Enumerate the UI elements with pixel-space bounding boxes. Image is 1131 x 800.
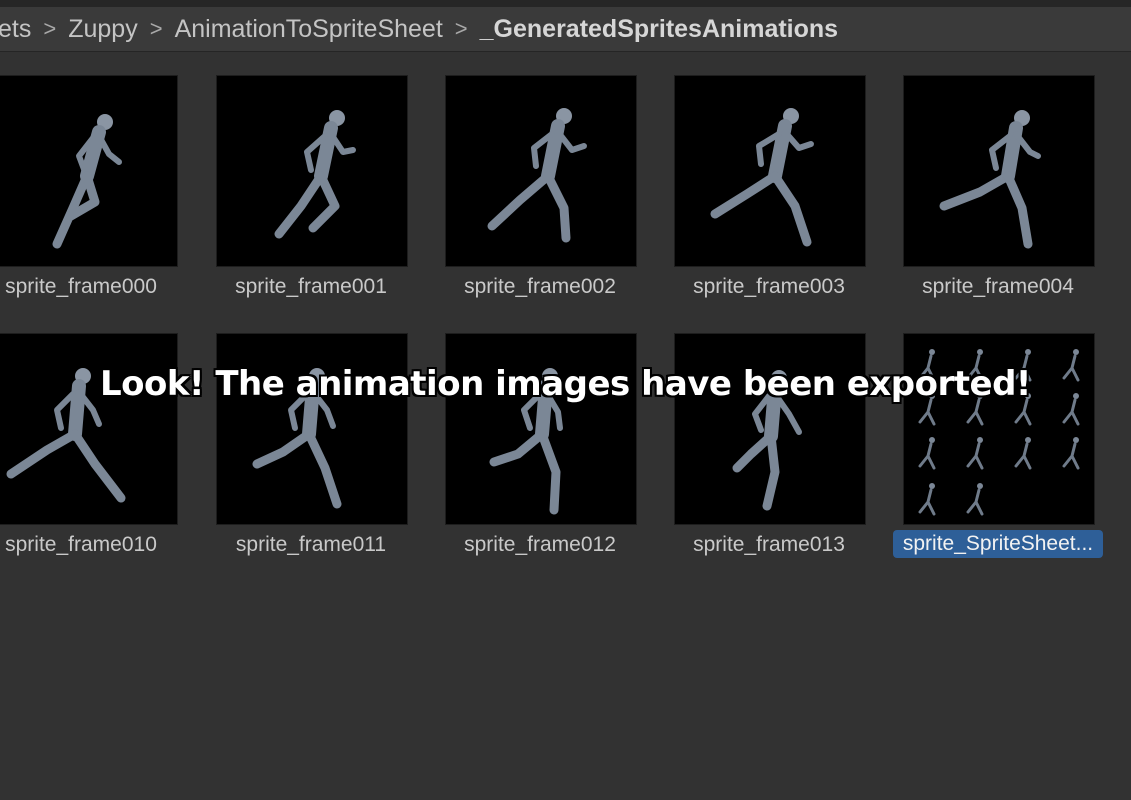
running-figure-icon xyxy=(252,368,342,509)
running-figure-icon xyxy=(487,108,587,243)
asset-tile[interactable]: sprite_frame011 xyxy=(216,333,408,556)
asset-label: sprite_frame004 xyxy=(922,275,1074,298)
running-figure-icon xyxy=(489,368,563,515)
sprite-thumbnail xyxy=(674,75,866,267)
asset-label: sprite_frame011 xyxy=(235,533,387,556)
asset-tile[interactable]: sprite_frame000 xyxy=(0,75,178,298)
running-figure-icon xyxy=(939,110,1041,249)
sprite-thumbnail xyxy=(0,333,178,525)
asset-tile[interactable]: sprite_frame012 xyxy=(445,333,637,556)
running-figure-icon xyxy=(52,114,122,249)
asset-tile[interactable]: sprite_frame013 xyxy=(674,333,866,556)
running-figure-icon xyxy=(274,110,356,239)
asset-tile[interactable]: sprite_frame002 xyxy=(445,75,637,298)
asset-label: sprite_frame013 xyxy=(693,533,845,556)
sprite-thumbnail xyxy=(903,75,1095,267)
running-figure-icon xyxy=(6,368,126,503)
sprite-thumbnail xyxy=(674,333,866,525)
asset-label: sprite_frame010 xyxy=(5,533,157,556)
asset-tile[interactable]: sprite_frame010 xyxy=(0,333,178,556)
spritesheet-thumbnail xyxy=(903,333,1095,525)
asset-tile[interactable]: sprite_SpriteSheet... xyxy=(893,333,1103,558)
asset-tile[interactable]: sprite_frame003 xyxy=(674,75,866,298)
running-figure-icon xyxy=(710,108,814,247)
asset-tile[interactable]: sprite_frame001 xyxy=(216,75,408,298)
sprite-thumbnail xyxy=(216,75,408,267)
asset-label-selected: sprite_SpriteSheet... xyxy=(893,530,1103,558)
sprite-thumbnail xyxy=(445,75,637,267)
sprite-thumbnail xyxy=(0,75,178,267)
asset-label: sprite_frame012 xyxy=(464,533,616,556)
spritesheet-grid-icon xyxy=(918,349,1080,516)
overlay-caption: Look! The animation images have been exp… xyxy=(100,364,1031,404)
asset-tile[interactable]: sprite_frame004 xyxy=(903,75,1095,298)
sprite-thumbnail xyxy=(445,333,637,525)
asset-label: sprite_frame001 xyxy=(235,275,387,298)
asset-label: sprite_frame000 xyxy=(5,275,157,298)
asset-label: sprite_frame003 xyxy=(693,275,845,298)
sprite-thumbnail xyxy=(216,333,408,525)
asset-label: sprite_frame002 xyxy=(464,275,616,298)
running-figure-icon xyxy=(732,370,802,511)
